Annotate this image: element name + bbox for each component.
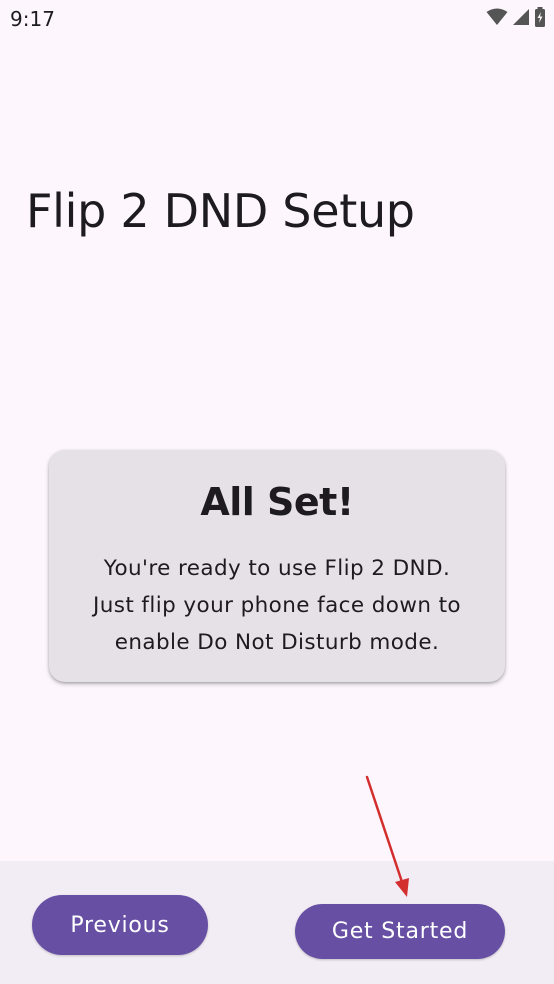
app-screen: 9:17 Flip 2 DND Setup All Set! You're re…: [0, 0, 554, 984]
previous-button[interactable]: Previous: [32, 895, 208, 955]
battery-charging-icon: [534, 7, 546, 27]
bottom-navigation-bar: Previous Get Started: [0, 861, 554, 984]
cellular-signal-icon: [512, 8, 530, 26]
status-icons: [486, 7, 546, 27]
completion-card: All Set! You're ready to use Flip 2 DND.…: [49, 450, 505, 682]
page-title: Flip 2 DND Setup: [26, 184, 415, 238]
status-time: 9:17: [10, 7, 55, 31]
status-bar: 9:17: [0, 0, 554, 38]
wifi-icon: [486, 8, 508, 26]
get-started-button[interactable]: Get Started: [295, 904, 505, 959]
card-title: All Set!: [200, 480, 354, 524]
card-body: You're ready to use Flip 2 DND. Just fli…: [93, 556, 461, 655]
